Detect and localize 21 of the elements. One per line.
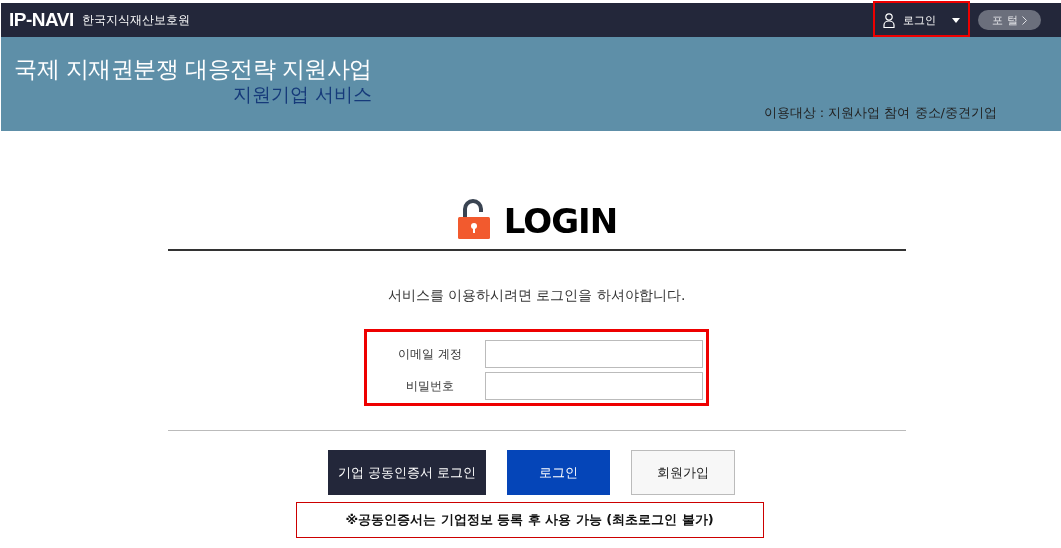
chevron-right-icon bbox=[1021, 15, 1027, 25]
login-menu[interactable]: 로그인 bbox=[873, 3, 970, 37]
login-message: 서비스를 이용하시려면 로그인을 하셔야합니다. bbox=[386, 287, 687, 305]
login-heading: LOGIN bbox=[503, 203, 618, 239]
input-field[interactable] bbox=[485, 372, 703, 400]
field-label: 이메일 계정 bbox=[397, 345, 463, 363]
login-button[interactable]: 로그인 bbox=[507, 450, 610, 495]
target-audience-text: 이용대상 : 지원사업 참여 중소/중견기업 bbox=[763, 104, 997, 122]
user-icon bbox=[883, 12, 895, 28]
field-label: 비밀번호 bbox=[405, 377, 455, 395]
banner-title: 국제 지재권분쟁 대응전략 지원사업 bbox=[14, 55, 372, 83]
certificate-login-button[interactable]: 기업 공동인증서 로그인 bbox=[328, 450, 486, 495]
certificate-notice: ※공동인증서는 기업정보 등록 후 사용 가능 (최초로그인 불가) bbox=[295, 502, 764, 538]
portal-button[interactable]: 포 털 bbox=[978, 10, 1041, 30]
unlocked-padlock-icon bbox=[455, 199, 492, 239]
organization-name: 한국지식재산보호원 bbox=[81, 11, 190, 29]
sign-up-button[interactable]: 회원가입 bbox=[631, 450, 735, 495]
banner-subtitle: 지원기업 서비스 bbox=[232, 83, 372, 105]
logo[interactable]: IP-NAVI bbox=[9, 9, 74, 31]
caret-icon bbox=[952, 17, 960, 23]
input-field[interactable] bbox=[485, 340, 703, 368]
